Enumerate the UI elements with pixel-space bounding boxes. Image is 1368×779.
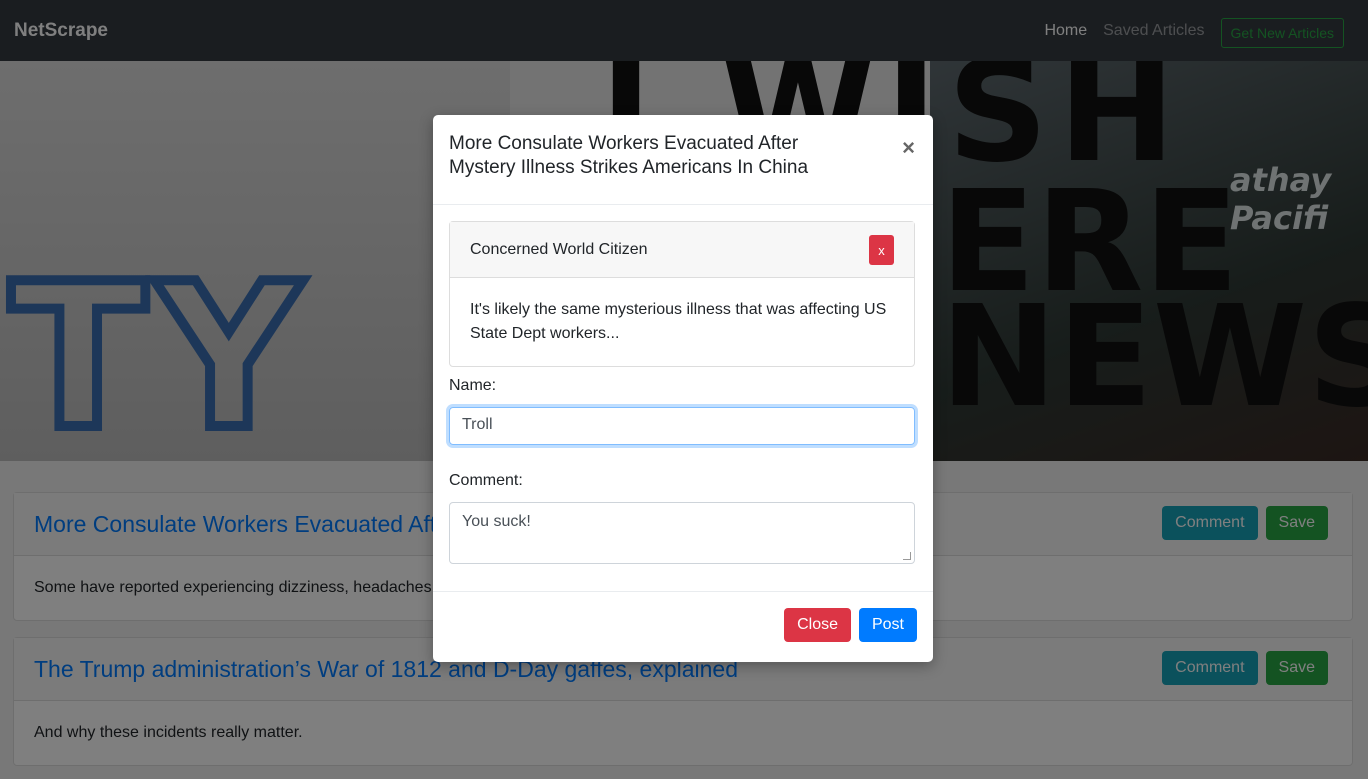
resize-grip-icon[interactable] [903, 552, 911, 560]
comment-text: It's likely the same mysterious illness … [470, 301, 887, 342]
modal-header: More Consulate Workers Evacuated After M… [433, 115, 933, 205]
comment-textarea-value: You suck! [462, 513, 531, 530]
close-icon[interactable]: × [902, 135, 915, 161]
modal-title: More Consulate Workers Evacuated After M… [449, 133, 809, 178]
close-button[interactable]: Close [784, 608, 851, 642]
existing-comment: Concerned World Citizen x It's likely th… [449, 221, 915, 367]
modal-actions: Close Post [784, 608, 917, 642]
modal-footer: Close Post [433, 591, 933, 662]
comment-modal: More Consulate Workers Evacuated After M… [433, 115, 933, 662]
name-input[interactable]: Troll [449, 407, 915, 445]
post-button[interactable]: Post [858, 608, 917, 642]
delete-comment-button[interactable]: x [869, 235, 894, 265]
modal-body: Concerned World Citizen x It's likely th… [433, 205, 933, 564]
comment-header: Concerned World Citizen x [450, 222, 914, 278]
name-label: Name: [449, 377, 497, 394]
comment-author: Concerned World Citizen [470, 240, 648, 258]
comment-label: Comment: [449, 472, 523, 489]
comment-textarea[interactable]: You suck! [449, 502, 915, 564]
